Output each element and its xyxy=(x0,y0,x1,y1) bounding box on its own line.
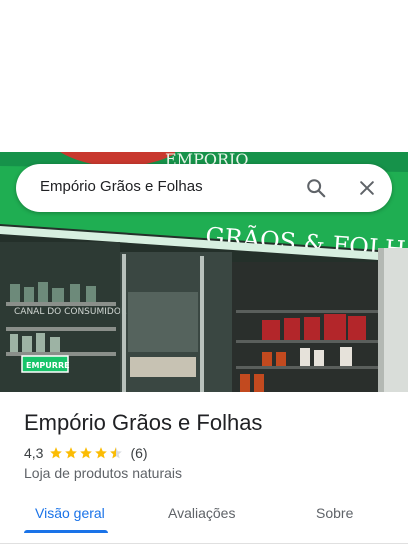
rating-row[interactable]: 4,3 (6) xyxy=(24,444,148,462)
active-tab-indicator xyxy=(24,530,108,533)
star-icon xyxy=(50,447,63,459)
place-category[interactable]: Loja de produtos naturais xyxy=(24,465,182,481)
map-area-blank xyxy=(0,0,408,152)
door-sticker-text: EMPURRE xyxy=(26,361,70,370)
star-icon xyxy=(95,447,108,459)
tab-bar: Visão geral Avaliações Sobre xyxy=(0,490,408,544)
search-icon[interactable] xyxy=(302,174,330,202)
rating-value: 4,3 xyxy=(24,445,44,461)
shelf-text: CANAL DO CONSUMIDOR xyxy=(14,307,127,317)
search-bar[interactable]: Empório Grãos e Folhas xyxy=(16,164,392,212)
close-icon[interactable] xyxy=(353,174,381,202)
place-title: Empório Grãos e Folhas xyxy=(24,410,263,435)
tab-about[interactable]: Sobre xyxy=(316,505,353,521)
tab-reviews[interactable]: Avaliações xyxy=(168,505,235,521)
review-count[interactable]: (6) xyxy=(130,445,147,461)
star-rating xyxy=(49,446,124,460)
star-half-icon xyxy=(110,447,123,459)
tab-overview[interactable]: Visão geral xyxy=(35,505,105,521)
search-input[interactable]: Empório Grãos e Folhas xyxy=(40,178,203,195)
star-icon xyxy=(65,447,78,459)
star-icon xyxy=(80,447,93,459)
